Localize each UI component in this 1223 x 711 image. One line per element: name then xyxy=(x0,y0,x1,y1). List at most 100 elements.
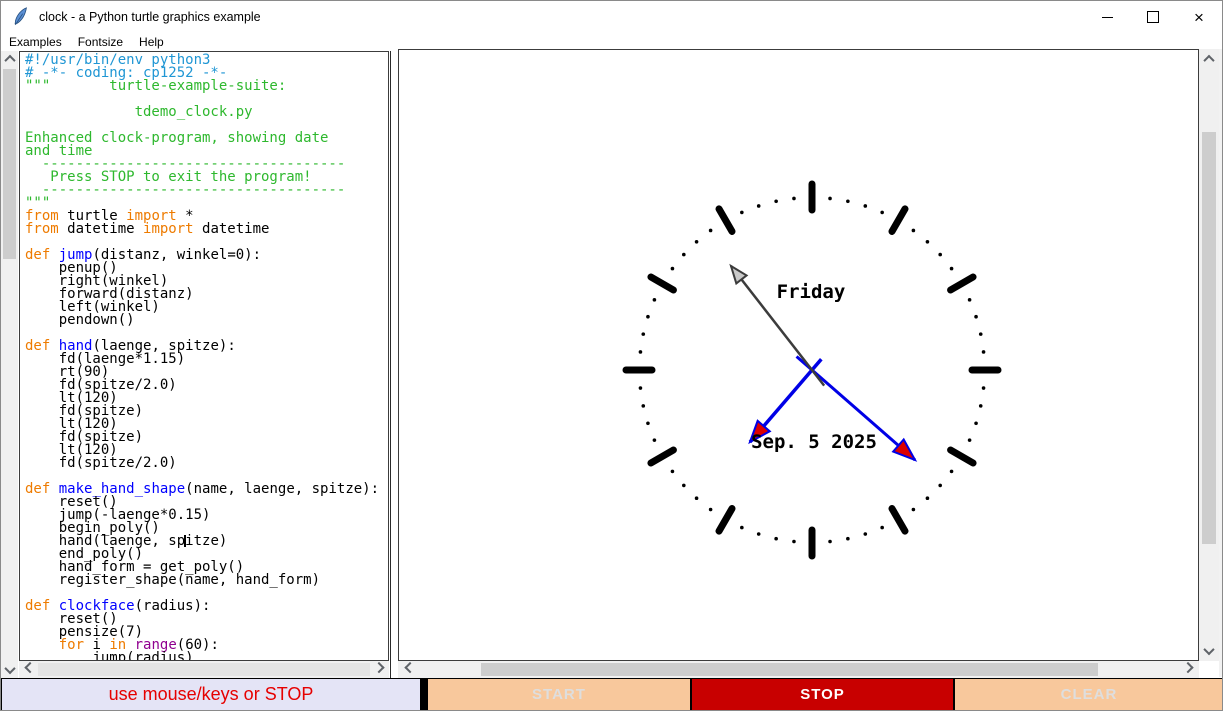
minute-dot xyxy=(967,438,972,442)
code-hscroll-thumb[interactable] xyxy=(38,663,370,676)
code-line: fd(spitze/2.0) xyxy=(25,455,177,471)
minute-dot xyxy=(708,228,713,233)
canvas-scroll-left-arrow[interactable] xyxy=(401,661,418,677)
code-line: register_shape(name, hand_form) xyxy=(25,572,321,588)
code-horizontal-scrollbar[interactable] xyxy=(19,661,389,678)
code-line: from datetime import datetime xyxy=(25,221,270,237)
code-scroll-up-arrow[interactable] xyxy=(1,51,18,67)
minute-dot xyxy=(981,386,986,390)
clear-button[interactable]: CLEAR xyxy=(955,679,1222,710)
minute-dot xyxy=(792,196,796,201)
minute-dot xyxy=(949,469,954,474)
minute-dot xyxy=(863,532,868,536)
chevron-down-icon xyxy=(1202,643,1215,656)
minute-dot xyxy=(638,386,643,390)
minute-dot xyxy=(880,525,884,530)
maximize-button[interactable] xyxy=(1130,1,1176,33)
canvas-vertical-scrollbar[interactable] xyxy=(1199,49,1219,661)
minute-dot xyxy=(925,496,930,500)
clock-date-label: Sep. 5 2025 xyxy=(751,431,877,453)
window-title: clock - a Python turtle graphics example xyxy=(39,10,261,24)
minute-dot xyxy=(967,298,972,302)
second-hand-arrowhead xyxy=(729,263,749,286)
minute-dot xyxy=(938,483,942,488)
minute-dot xyxy=(652,438,657,442)
minute-dot xyxy=(682,483,686,488)
hour-tick xyxy=(947,446,977,467)
canvas-hscroll-thumb[interactable] xyxy=(481,663,1098,676)
minute-dot xyxy=(652,298,657,302)
minute-dot xyxy=(774,536,778,541)
minute-dot xyxy=(974,314,978,319)
minute-dot xyxy=(911,507,916,512)
minute-dot xyxy=(828,539,832,544)
code-scroll-down-arrow[interactable] xyxy=(1,662,18,678)
hour-tick xyxy=(888,205,909,235)
code-vscroll-thumb[interactable] xyxy=(3,69,16,259)
code-line: """ turtle-example-suite: xyxy=(25,78,287,94)
code-scroll-left-arrow[interactable] xyxy=(21,661,38,677)
minute-dot xyxy=(638,350,643,354)
menu-item-examples[interactable]: Examples xyxy=(1,33,70,51)
minute-dot xyxy=(756,532,761,536)
canvas-scroll-up-arrow[interactable] xyxy=(1200,51,1217,67)
minute-dot xyxy=(646,314,650,319)
chevron-left-icon xyxy=(23,661,36,674)
hour-tick xyxy=(947,273,977,294)
canvas-vscroll-thumb[interactable] xyxy=(1202,132,1216,544)
minute-dot xyxy=(974,421,978,426)
chevron-right-icon xyxy=(372,661,385,674)
minute-dot xyxy=(641,404,646,408)
minute-dot xyxy=(846,536,850,541)
code-line: ------------------------------------ xyxy=(25,182,346,198)
chevron-left-icon xyxy=(403,661,416,674)
minute-dot xyxy=(694,496,699,500)
title-bar[interactable]: clock - a Python turtle graphics example… xyxy=(1,1,1222,33)
right-gutter xyxy=(1219,49,1222,677)
minute-dot xyxy=(740,210,744,215)
minimize-icon xyxy=(1101,16,1113,18)
status-bar: use mouse/keys or STOP START STOP CLEAR xyxy=(1,678,1222,710)
turtledemo-window: clock - a Python turtle graphics example… xyxy=(0,0,1223,711)
minute-dot xyxy=(949,266,954,271)
minute-dot xyxy=(756,204,761,208)
minute-dot xyxy=(740,525,744,530)
code-line: tdemo_clock.py xyxy=(25,104,253,120)
minute-dot xyxy=(708,507,713,512)
minute-dot xyxy=(670,469,675,474)
maximize-icon xyxy=(1147,11,1159,23)
menu-item-fontsize[interactable]: Fontsize xyxy=(70,33,131,51)
minute-dot xyxy=(792,539,796,544)
close-button[interactable]: × xyxy=(1176,1,1222,33)
minute-dot xyxy=(670,266,675,271)
minute-dot xyxy=(981,350,986,354)
hour-tick xyxy=(715,505,736,535)
minute-dot xyxy=(828,196,832,201)
python-feather-icon xyxy=(14,7,27,26)
canvas-scroll-down-arrow[interactable] xyxy=(1200,643,1217,659)
code-line: pendown() xyxy=(25,312,135,328)
hour-tick xyxy=(647,273,677,294)
menu-item-help[interactable]: Help xyxy=(131,33,172,51)
stop-button[interactable]: STOP xyxy=(692,679,953,710)
minute-dot xyxy=(880,210,884,215)
code-line: jump(radius) xyxy=(25,650,194,661)
code-vertical-scrollbar[interactable] xyxy=(1,51,18,678)
minute-dot xyxy=(911,228,916,233)
minute-dot xyxy=(925,240,930,244)
canvas-horizontal-scrollbar[interactable] xyxy=(398,661,1199,678)
minute-dot xyxy=(682,252,686,257)
turtle-canvas[interactable]: Friday Sep. 5 2025 xyxy=(398,49,1199,661)
hour-tick xyxy=(715,205,736,235)
start-button[interactable]: START xyxy=(428,679,690,710)
minute-dot xyxy=(694,240,699,244)
canvas-scroll-right-arrow[interactable] xyxy=(1179,661,1196,677)
minimize-button[interactable] xyxy=(1084,1,1130,33)
chevron-right-icon xyxy=(1181,661,1194,674)
chevron-down-icon xyxy=(3,662,16,675)
close-icon: × xyxy=(1194,7,1204,27)
code-scroll-right-arrow[interactable] xyxy=(370,661,387,677)
code-text[interactable]: #!/usr/bin/env python3 # -*- coding: cp12… xyxy=(19,51,389,661)
clock-day-label: Friday xyxy=(777,281,846,303)
minute-dot xyxy=(646,421,650,426)
